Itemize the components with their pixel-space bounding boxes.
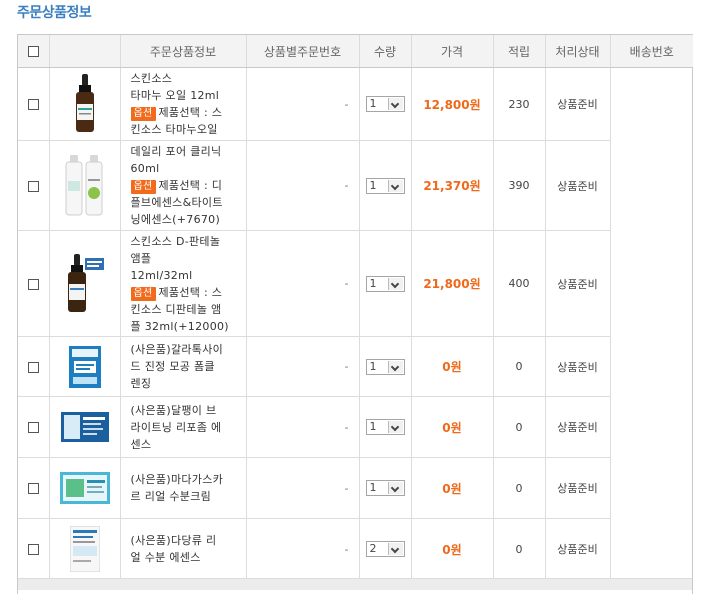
points: 0 (515, 481, 523, 495)
select-all-checkbox[interactable] (27, 46, 39, 57)
points: 230 (508, 97, 530, 111)
chevron-down-icon (387, 360, 403, 373)
chevron-down-icon (387, 179, 403, 192)
shipping-number-cell (610, 68, 693, 580)
row-checkbox[interactable] (27, 544, 39, 555)
product-name[interactable]: (사은품)갈라톡사이 드 진정 모공 폼클 렌징 (131, 341, 246, 392)
quantity-select[interactable]: 2 (365, 541, 405, 557)
status-text: 상품준비 (557, 179, 598, 193)
select-all-cell (18, 35, 50, 68)
status-text: 상품준비 (557, 277, 598, 291)
price: 0원 (442, 542, 462, 557)
table-row: (사은품)갈라톡사이 드 진정 모공 폼클 렌징 - 1 0원 0 상품준비 (18, 336, 693, 397)
order-products-table: 주문상품정보 상품별주문번호 수량 가격 적립 처리상태 배송번호 스킨소스 타… (17, 34, 693, 594)
product-name[interactable]: (사은품)다당류 리얼 수분 에센스 (131, 532, 246, 566)
sample-pouch-icon[interactable] (59, 472, 110, 504)
table-row: 스킨소스 타마누 오일 12ml 옵션 제품선택 : 스 킨소스 타마누오일 - 1 … (18, 67, 693, 141)
product-info-cell: (사은품)갈라톡사이 드 진정 모공 폼클 렌징 (120, 336, 247, 397)
product-info-cell: (사은품)다당류 리얼 수분 에센스 (120, 518, 247, 580)
quantity-select[interactable]: 1 (365, 358, 405, 375)
row-checkbox[interactable] (27, 422, 39, 433)
price: 21,800원 (423, 277, 481, 291)
sample-pouch-icon[interactable] (69, 526, 100, 572)
header-quantity: 수량 (359, 35, 412, 68)
chevron-down-icon (387, 421, 403, 433)
option-text: 제품선택 : 디 (158, 179, 223, 192)
product-order-number: - (344, 420, 349, 434)
chevron-down-icon (387, 482, 403, 494)
quantity-select[interactable]: 1 (365, 177, 405, 194)
header-shipping-number: 배송번호 (610, 35, 693, 68)
header-points: 적립 (493, 35, 546, 68)
product-order-number: - (344, 97, 349, 111)
product-info-cell: 스킨소스 타마누 오일 12ml 옵션 제품선택 : 스 킨소스 타마누오일 (120, 67, 247, 141)
quantity-select[interactable]: 1 (365, 480, 405, 496)
row-checkbox[interactable] (27, 361, 39, 373)
price: 0원 (442, 360, 462, 374)
chevron-down-icon (387, 98, 403, 110)
table-header-row: 주문상품정보 상품별주문번호 수량 가격 적립 처리상태 배송번호 (18, 35, 693, 68)
table-row: 데일리 포어 클리닉 60ml 옵션 제품선택 : 디 플브에센스&타이트 닝에센스(+… (18, 140, 693, 231)
price: 21,370원 (423, 179, 481, 193)
status-text: 상품준비 (557, 98, 598, 111)
points: 0 (515, 420, 523, 434)
product-order-number: - (344, 360, 349, 373)
ampoule-bottle-icon[interactable] (65, 253, 105, 314)
dropper-bottle-icon[interactable] (73, 74, 97, 134)
option-text: 제품선택 : 스 (158, 106, 223, 119)
table-row: (사은품)달팽이 브 라이트닝 리포좀 에 센스 - 1 0원 0 상품준비 (18, 396, 693, 458)
table-row: 스킨소스 D-판테놀 앰플 12ml/32ml 옵션 제품선택 : 스 킨소스 디판테놀… (18, 230, 693, 337)
product-name[interactable]: 스킨소스 타마누 오일 12ml (131, 70, 246, 104)
product-order-number: - (344, 481, 349, 495)
status-text: 상품준비 (557, 482, 598, 495)
product-name[interactable]: (사은품)달팽이 브 라이트닝 리포좀 에 센스 (131, 402, 246, 453)
quantity-select[interactable]: 1 (365, 419, 405, 435)
option-badge: 옵션 (130, 286, 156, 301)
serum-bottles-icon[interactable] (63, 154, 107, 217)
header-status: 처리상태 (545, 35, 611, 68)
quantity-select[interactable]: 1 (365, 96, 405, 112)
table-footer-bar (18, 578, 692, 590)
product-info-cell: 스킨소스 D-판테놀 앰플 12ml/32ml 옵션 제품선택 : 스 킨소스 디판테놀… (120, 230, 247, 337)
status-text: 상품준비 (557, 421, 598, 434)
product-info-cell: 데일리 포어 클리닉 60ml 옵션 제품선택 : 디 플브에센스&타이트 닝에센스(+… (120, 140, 247, 231)
header-product-info: 주문상품정보 (120, 35, 247, 68)
option-text: 제품선택 : 스 (158, 285, 223, 299)
row-checkbox[interactable] (27, 180, 39, 192)
row-checkbox[interactable] (27, 483, 39, 494)
quantity-select[interactable]: 1 (365, 275, 405, 292)
page-title: 주문상품정보 (17, 5, 92, 21)
chevron-down-icon (387, 277, 403, 290)
status-text: 상품준비 (557, 543, 598, 556)
product-name[interactable]: 데일리 포어 클리닉 60ml (131, 143, 246, 177)
product-order-number: - (344, 277, 349, 290)
price: 12,800원 (423, 97, 481, 112)
option-badge: 옵션 (130, 180, 156, 194)
product-info-cell: (사은품)달팽이 브 라이트닝 리포좀 에 센스 (120, 396, 247, 458)
header-order-number: 상품별주문번호 (246, 35, 360, 68)
points: 400 (508, 277, 530, 290)
row-checkbox[interactable] (27, 278, 39, 290)
product-name[interactable]: (사은품)마다가스카 르 리얼 수분크림 (131, 471, 246, 505)
price: 0원 (442, 481, 462, 496)
points: 390 (508, 179, 530, 192)
row-checkbox[interactable] (27, 99, 39, 110)
table-row: (사은품)마다가스카 르 리얼 수분크림 - 1 0원 0 상품준비 (18, 457, 693, 519)
points: 0 (515, 360, 523, 373)
product-order-number: - (344, 179, 349, 192)
product-name[interactable]: 스킨소스 D-판테놀 앰플 12ml/32ml (131, 233, 246, 284)
product-order-number: - (344, 542, 349, 556)
header-price: 가격 (411, 35, 494, 68)
product-info-cell: (사은품)마다가스카 르 리얼 수분크림 (120, 457, 247, 519)
sample-pouch-icon[interactable] (68, 345, 101, 388)
sample-pouch-icon[interactable] (60, 412, 109, 442)
price: 0원 (442, 420, 462, 435)
status-text: 상품준비 (557, 360, 598, 374)
thumb-header (49, 35, 121, 68)
table-row: (사은품)다당류 리얼 수분 에센스 - 2 0원 0 상품준비 (18, 518, 693, 580)
points: 0 (515, 542, 523, 556)
option-badge: 옵션 (130, 107, 156, 121)
chevron-down-icon (387, 543, 403, 555)
